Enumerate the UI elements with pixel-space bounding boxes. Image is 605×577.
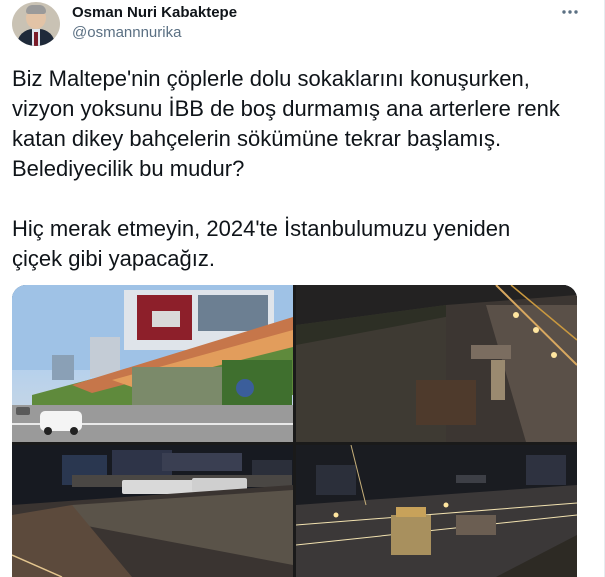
avatar-hair <box>26 5 46 14</box>
photo-night-demolition-3[interactable] <box>296 445 577 577</box>
author-handle[interactable]: @osmannnurika <box>72 24 181 41</box>
tweet-text: Biz Maltepe'nin çöplerle dolu sokakların… <box>12 66 560 271</box>
photo-night-demolition-2[interactable] <box>12 445 293 577</box>
media-grid <box>12 285 577 577</box>
tweet-card: Osman Nuri Kabaktepe @osmannnurika Biz M… <box>0 0 605 577</box>
author-name[interactable]: Osman Nuri Kabaktepe <box>72 4 237 21</box>
avatar[interactable] <box>12 2 60 46</box>
photo-night-demolition-1[interactable] <box>296 285 577 442</box>
more-options-icon[interactable] <box>560 2 580 22</box>
photo-vertical-garden-day[interactable] <box>12 285 293 442</box>
avatar-tie <box>34 32 38 46</box>
